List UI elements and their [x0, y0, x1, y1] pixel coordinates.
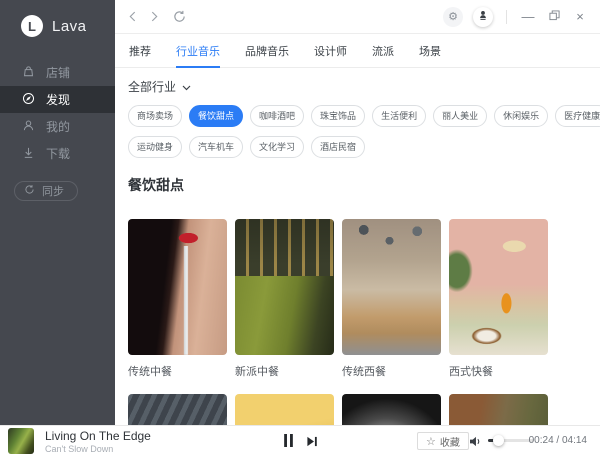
pause-button[interactable]: [283, 434, 294, 450]
star-icon: ☆: [426, 435, 436, 448]
sidebar-item-sync[interactable]: 同步: [14, 181, 78, 201]
volume-button[interactable]: [469, 435, 482, 450]
tab-industry-music[interactable]: 行业音乐: [176, 35, 220, 68]
chip-jewelry[interactable]: 珠宝饰品: [311, 105, 366, 127]
chip-coffee-bar[interactable]: 咖啡酒吧: [250, 105, 305, 127]
favorite-button[interactable]: ☆ 收藏: [417, 432, 469, 450]
card-label: 西式快餐: [449, 366, 493, 378]
card-grid-row-1: 传统中餐 新派中餐 传统西餐 西式快餐: [128, 219, 600, 379]
category-card-traditional-western[interactable]: 传统西餐: [342, 219, 441, 379]
titlebar-divider: [506, 9, 507, 24]
forward-button[interactable]: [151, 11, 158, 22]
album-art: [8, 428, 34, 454]
volume-slider[interactable]: [488, 435, 534, 446]
track-title: Living On The Edge: [45, 429, 151, 443]
tab-genre[interactable]: 流派: [372, 35, 394, 67]
sidebar-item-label: 发现: [46, 93, 71, 107]
chip-dining-dessert[interactable]: 餐饮甜点: [189, 105, 244, 127]
app-window: L Lava 店铺 发现 我的 下载 同步 ⚙ — × 推荐 行业音乐 品牌音乐…: [0, 0, 600, 455]
close-button[interactable]: ×: [572, 9, 588, 25]
skip-next-icon: [306, 435, 318, 450]
tab-designer[interactable]: 设计师: [314, 35, 347, 67]
favorite-label: 收藏: [439, 437, 460, 449]
chip-mall[interactable]: 商场卖场: [128, 105, 183, 127]
close-icon: ×: [576, 9, 584, 24]
category-card-new-chinese[interactable]: 新派中餐: [235, 219, 334, 379]
minimize-button[interactable]: —: [520, 9, 536, 25]
app-logo: L Lava: [0, 0, 115, 37]
chip-auto[interactable]: 汽车机车: [189, 136, 244, 158]
sidebar-item-download[interactable]: 下载: [0, 140, 115, 167]
section-title: 餐饮甜点: [128, 177, 184, 193]
track-subtitle: Can't Slow Down: [45, 444, 114, 454]
chip-fitness[interactable]: 运动健身: [128, 136, 183, 158]
tab-recommend[interactable]: 推荐: [129, 35, 151, 67]
pause-icon: [283, 434, 294, 450]
compass-icon: [22, 92, 35, 108]
titlebar: ⚙ — ×: [115, 0, 600, 34]
sidebar-item-discover[interactable]: 发现: [0, 86, 115, 113]
card-image: [342, 219, 441, 355]
card-label: 新派中餐: [235, 366, 279, 378]
filter-chips-row-2: 运动健身 汽车机车 文化学习 酒店民宿: [128, 136, 600, 158]
sidebar-item-shop[interactable]: 店铺: [0, 59, 115, 86]
sidebar-item-label: 同步: [42, 186, 64, 198]
sidebar-item-label: 下载: [46, 147, 71, 161]
maximize-button[interactable]: [546, 9, 562, 25]
tab-brand-music[interactable]: 品牌音乐: [245, 35, 289, 67]
refresh-button[interactable]: [173, 10, 186, 23]
chip-medical[interactable]: 医疗健康: [555, 105, 600, 127]
download-icon: [22, 146, 35, 162]
category-card-western-fastfood[interactable]: 西式快餐: [449, 219, 548, 379]
sidebar-item-label: 我的: [46, 120, 71, 134]
next-track-button[interactable]: [306, 435, 318, 450]
card-image: [235, 219, 334, 355]
settings-button[interactable]: ⚙: [443, 6, 463, 27]
nav-controls: [115, 10, 186, 23]
filter-chips-row-1: 商场卖场 餐饮甜点 咖啡酒吧 珠宝饰品 生活便利 丽人美业 休闲娱乐 医疗健康: [128, 105, 600, 127]
user-icon: [22, 119, 35, 135]
industry-dropdown[interactable]: 全部行业: [128, 78, 191, 95]
logo-icon: L: [21, 15, 43, 37]
card-image: [449, 219, 548, 355]
logo-text: Lava: [52, 17, 87, 35]
chip-leisure[interactable]: 休闲娱乐: [494, 105, 549, 127]
avatar-icon: [477, 9, 489, 24]
back-button[interactable]: [129, 11, 136, 22]
card-label: 传统西餐: [342, 366, 386, 378]
time-display: 00:24 / 04:14: [528, 435, 587, 446]
sidebar-menu: 店铺 发现 我的 下载 同步: [0, 59, 115, 201]
volume-knob[interactable]: [493, 435, 504, 446]
shop-bag-icon: [22, 65, 35, 81]
sidebar: L Lava 店铺 发现 我的 下载 同步: [0, 0, 115, 425]
speaker-icon: [469, 435, 482, 450]
sync-icon: [24, 184, 35, 198]
minimize-icon: —: [521, 9, 535, 24]
category-card-traditional-chinese[interactable]: 传统中餐: [128, 219, 227, 379]
category-tabs: 推荐 行业音乐 品牌音乐 设计师 流派 场景: [115, 35, 600, 68]
chevron-down-icon: [182, 80, 191, 94]
dropdown-label: 全部行业: [128, 80, 177, 94]
chip-beauty[interactable]: 丽人美业: [433, 105, 488, 127]
chip-convenience[interactable]: 生活便利: [372, 105, 427, 127]
tab-scene[interactable]: 场景: [419, 35, 441, 67]
main-content: 全部行业 商场卖场 餐饮甜点 咖啡酒吧 珠宝饰品 生活便利 丽人美业 休闲娱乐 …: [115, 69, 600, 455]
gear-icon: ⚙: [448, 11, 458, 23]
chip-culture[interactable]: 文化学习: [250, 136, 305, 158]
sidebar-item-label: 店铺: [46, 66, 71, 80]
chip-hotel[interactable]: 酒店民宿: [311, 136, 366, 158]
card-image: [128, 219, 227, 355]
sidebar-item-mine[interactable]: 我的: [0, 113, 115, 140]
restore-icon: [548, 9, 560, 24]
card-label: 传统中餐: [128, 366, 172, 378]
account-button[interactable]: [473, 6, 493, 27]
window-controls: ⚙ — ×: [443, 6, 600, 27]
player-bar: Living On The Edge Can't Slow Down ☆ 收藏 …: [0, 425, 600, 455]
